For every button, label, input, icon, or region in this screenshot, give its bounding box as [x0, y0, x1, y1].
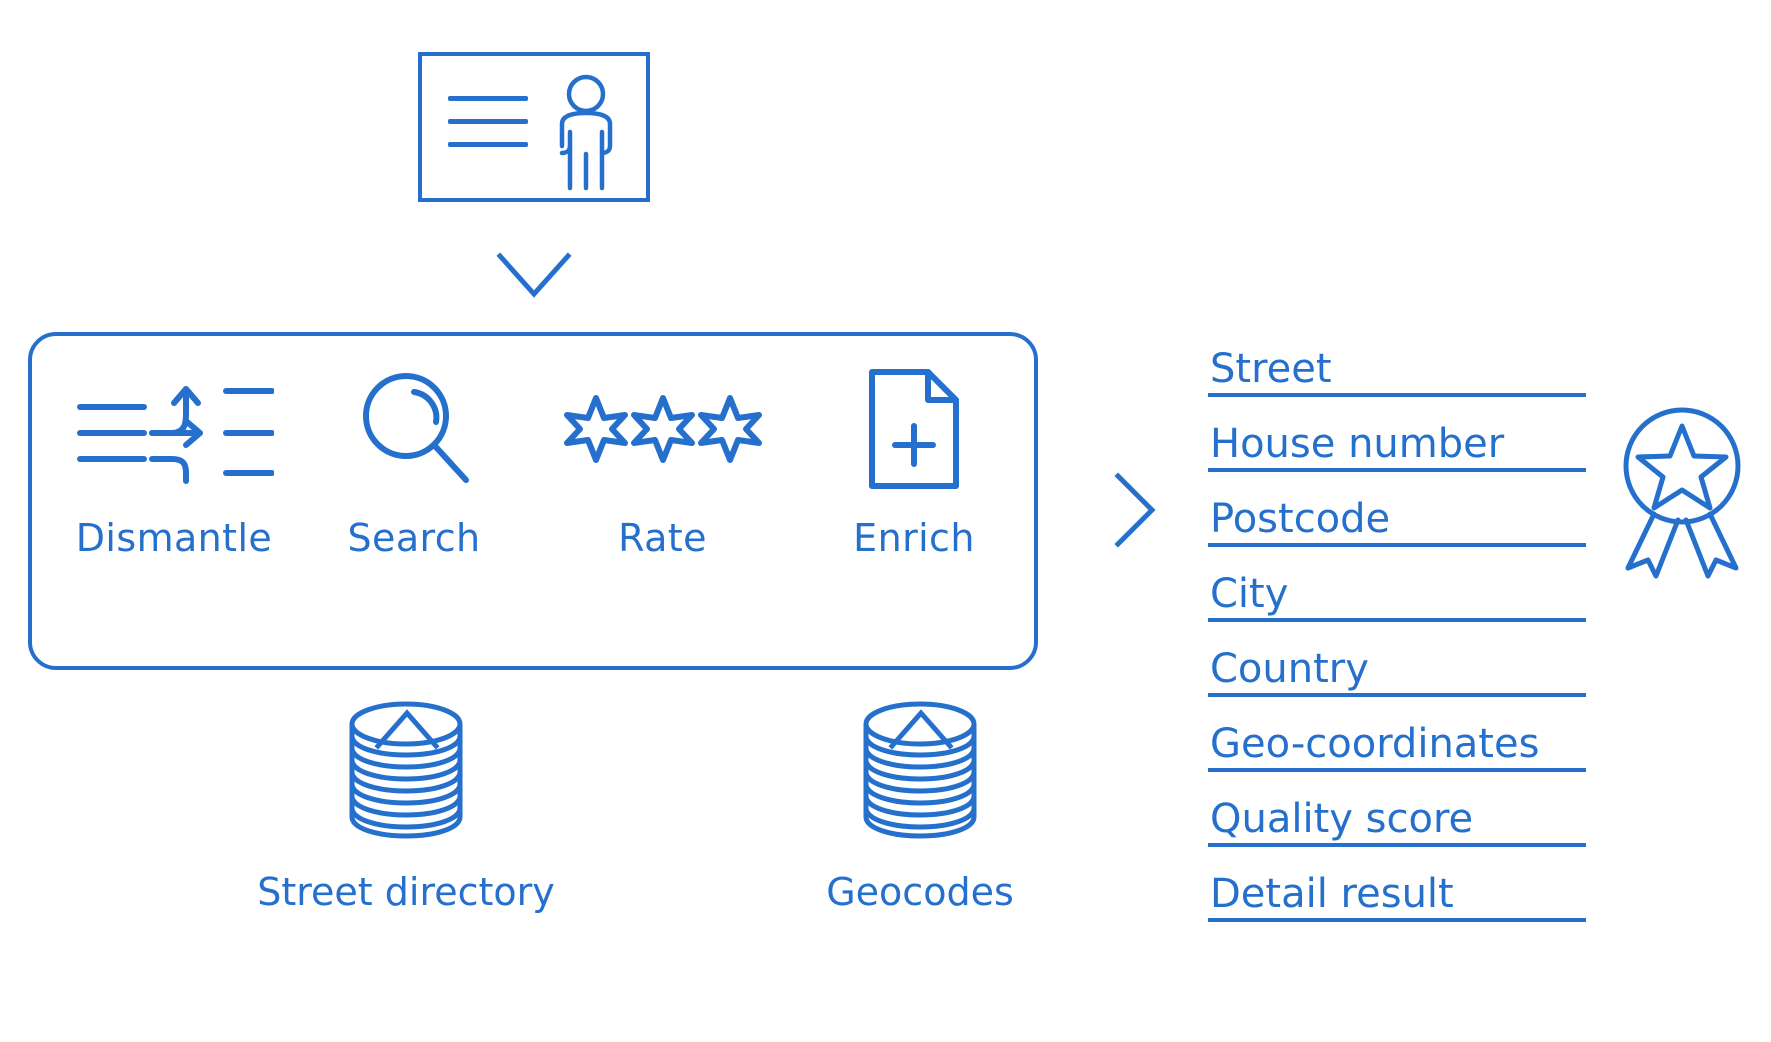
output-field-row: City	[1208, 547, 1588, 622]
output-field-row: Postcode	[1208, 472, 1588, 547]
data-source-geocodes[interactable]: Geocodes	[770, 700, 1070, 914]
database-stack-icon	[863, 701, 977, 839]
output-field-row: Street	[1208, 322, 1588, 397]
output-field-label: Street	[1210, 346, 1332, 392]
output-field-label: City	[1210, 571, 1289, 617]
address-record-card	[418, 52, 650, 202]
pipeline-step-label: Enrich	[853, 516, 975, 560]
output-field-row: Country	[1208, 622, 1588, 697]
address-validation-pipeline: Dismantle Search Rate Enrich	[28, 332, 1038, 670]
pipeline-step-label: Dismantle	[75, 516, 273, 560]
output-field-label: Postcode	[1210, 496, 1391, 542]
pipeline-step-search[interactable]: Search	[314, 364, 514, 560]
pipeline-step-dismantle[interactable]: Dismantle	[54, 364, 294, 560]
data-source-street-directory[interactable]: Street directory	[256, 700, 556, 914]
output-field-label: Quality score	[1210, 796, 1474, 842]
three-stars-icon	[530, 364, 795, 494]
pipeline-step-label: Search	[347, 516, 481, 560]
pipeline-step-rate[interactable]: Rate	[530, 364, 795, 560]
output-field-row: House number	[1208, 397, 1588, 472]
award-rosette-star-icon	[1623, 407, 1741, 579]
data-source-label: Geocodes	[826, 870, 1014, 914]
output-field-row: Geo-coordinates	[1208, 697, 1588, 772]
chevron-down-icon	[496, 252, 572, 298]
magnifier-icon	[314, 364, 514, 494]
diagram-canvas: Dismantle Search Rate Enrich Street dire…	[0, 0, 1771, 1042]
output-field-row: Detail result	[1208, 847, 1588, 922]
pipeline-step-label: Rate	[618, 516, 707, 560]
output-field-label: Geo-coordinates	[1210, 721, 1540, 767]
chevron-right-icon	[1114, 472, 1156, 548]
document-plus-icon	[814, 364, 1014, 494]
output-field-label: Detail result	[1210, 871, 1454, 917]
database-stack-icon	[349, 701, 463, 839]
pipeline-step-enrich[interactable]: Enrich	[814, 364, 1014, 560]
output-field-label: House number	[1210, 421, 1505, 467]
split-lines-arrows-icon	[54, 364, 294, 494]
enriched-address-fields: Street House number Postcode City Country Geo…	[1208, 322, 1588, 922]
output-field-label: Country	[1210, 646, 1369, 692]
output-field-underline	[1208, 918, 1586, 922]
output-field-row: Quality score	[1208, 772, 1588, 847]
data-source-label: Street directory	[257, 870, 555, 914]
person-icon	[559, 74, 613, 191]
card-text-lines-icon	[448, 96, 528, 165]
